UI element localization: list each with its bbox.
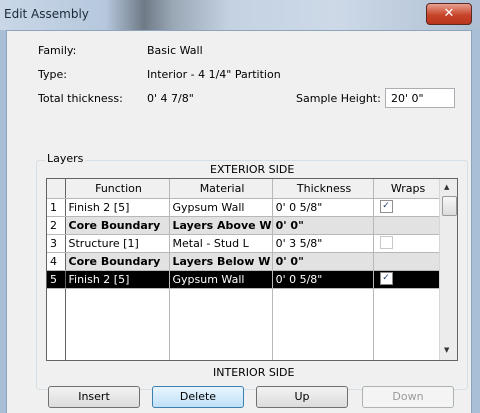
row-number[interactable]: 1: [47, 198, 66, 217]
column-header-thickness[interactable]: Thickness: [272, 179, 374, 199]
function-cell[interactable]: Finish 2 [5]: [65, 198, 170, 217]
column-header-material[interactable]: Material: [169, 179, 273, 199]
function-cell[interactable]: Structure [1]: [65, 234, 170, 253]
empty-grid-area: [47, 288, 441, 360]
thickness-cell[interactable]: 0' 3 5/8": [272, 234, 374, 253]
empty-cell: [47, 288, 66, 360]
corner-header: [47, 179, 66, 199]
function-cell[interactable]: Finish 2 [5]: [65, 270, 170, 289]
check-icon: ✓: [382, 272, 390, 283]
interior-side-label: INTERIOR SIDE: [213, 366, 295, 379]
scroll-down-icon[interactable]: ▼: [444, 346, 449, 354]
thickness-cell[interactable]: 0' 0": [272, 252, 374, 271]
table-row-selected[interactable]: 5 Finish 2 [5] Gypsum Wall 0' 0 5/8" ✓: [47, 270, 441, 289]
exterior-side-label: EXTERIOR SIDE: [210, 163, 295, 176]
function-cell[interactable]: Core Boundary: [65, 252, 170, 271]
window-title: Edit Assembly: [4, 7, 89, 21]
empty-cell: [65, 288, 170, 360]
family-value: Basic Wall: [147, 44, 203, 57]
layers-table: Function Material Thickness Wraps 1 Fini…: [47, 179, 441, 360]
layers-grid[interactable]: Function Material Thickness Wraps 1 Fini…: [46, 178, 458, 361]
material-cell[interactable]: Layers Above W: [169, 216, 273, 235]
table-row[interactable]: 2 Core Boundary Layers Above W 0' 0": [47, 216, 441, 235]
material-cell[interactable]: Gypsum Wall: [169, 270, 273, 289]
up-button[interactable]: Up: [256, 386, 348, 408]
thickness-cell[interactable]: 0' 0 5/8": [272, 270, 374, 289]
column-header-wraps[interactable]: Wraps: [373, 179, 441, 199]
empty-cell: [373, 288, 441, 360]
wraps-cell: [373, 216, 441, 235]
close-button[interactable]: ✕: [426, 3, 472, 25]
wraps-cell: [373, 252, 441, 271]
empty-cell: [272, 288, 374, 360]
type-value: Interior - 4 1/4" Partition: [147, 68, 281, 81]
wraps-cell[interactable]: ✓: [373, 270, 441, 289]
material-cell[interactable]: Gypsum Wall: [169, 198, 273, 217]
delete-button[interactable]: Delete: [152, 386, 244, 408]
total-thickness-value: 0' 4 7/8": [147, 92, 194, 105]
sample-height-label: Sample Height:: [296, 92, 381, 105]
wraps-checkbox[interactable]: [379, 235, 393, 249]
row-number[interactable]: 4: [47, 252, 66, 271]
wraps-checkbox[interactable]: ✓: [379, 199, 393, 213]
scroll-thumb[interactable]: [442, 196, 457, 216]
family-label: Family:: [38, 44, 77, 57]
table-row[interactable]: 4 Core Boundary Layers Below W 0' 0": [47, 252, 441, 271]
material-cell[interactable]: Layers Below W: [169, 252, 273, 271]
table-row[interactable]: 1 Finish 2 [5] Gypsum Wall 0' 0 5/8" ✓: [47, 198, 441, 217]
row-number[interactable]: 3: [47, 234, 66, 253]
vertical-scrollbar[interactable]: ▲ ▼: [439, 179, 457, 360]
table-row[interactable]: 3 Structure [1] Metal - Stud L 0' 3 5/8": [47, 234, 441, 253]
function-cell[interactable]: Core Boundary: [65, 216, 170, 235]
wraps-checkbox[interactable]: ✓: [379, 271, 393, 285]
down-button[interactable]: Down: [362, 386, 454, 408]
empty-cell: [169, 288, 273, 360]
row-number[interactable]: 2: [47, 216, 66, 235]
layers-group-label: Layers: [45, 152, 86, 165]
type-label: Type:: [38, 68, 67, 81]
thickness-cell[interactable]: 0' 0 5/8": [272, 198, 374, 217]
total-thickness-label: Total thickness:: [38, 92, 123, 105]
scroll-up-icon[interactable]: ▲: [444, 183, 449, 191]
check-icon: ✓: [382, 200, 390, 211]
row-number[interactable]: 5: [47, 270, 66, 289]
wraps-cell[interactable]: [373, 234, 441, 253]
material-cell[interactable]: Metal - Stud L: [169, 234, 273, 253]
sample-height-input[interactable]: 20' 0": [385, 88, 455, 108]
insert-button[interactable]: Insert: [48, 386, 140, 408]
edit-assembly-window: Edit Assembly ✕ Family: Basic Wall Type:…: [0, 0, 480, 413]
thickness-cell[interactable]: 0' 0": [272, 216, 374, 235]
column-header-function[interactable]: Function: [65, 179, 170, 199]
header-row: Function Material Thickness Wraps: [47, 179, 441, 199]
wraps-cell[interactable]: ✓: [373, 198, 441, 217]
title-bar[interactable]: Edit Assembly ✕: [0, 0, 480, 30]
close-icon: ✕: [443, 6, 455, 21]
